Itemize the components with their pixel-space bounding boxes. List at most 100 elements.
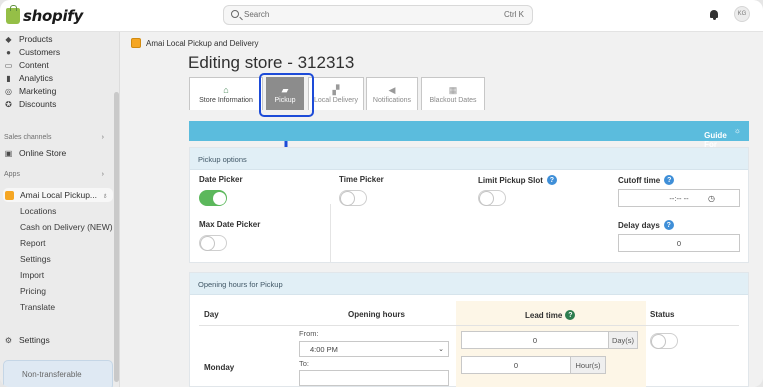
delay-days-label: Delay days ?	[618, 220, 674, 230]
limit-slot-toggle[interactable]	[478, 190, 506, 206]
bell-icon[interactable]	[710, 10, 718, 20]
monday-status-toggle[interactable]	[650, 333, 678, 349]
sidebar-item-label: Content	[19, 60, 49, 70]
sidebar-item-label: Discounts	[19, 99, 57, 109]
lead-hours-unit: Hour(s)	[570, 356, 606, 374]
tab-blackout-dates[interactable]: ▦ Blackout Dates	[421, 77, 485, 110]
sidebar-sub-import[interactable]: Import	[20, 270, 44, 280]
tab-label: Notifications	[372, 96, 412, 104]
app-icon	[5, 190, 14, 200]
sidebar-sub-locations[interactable]: Locations	[20, 206, 56, 216]
clock-icon[interactable]: ◷	[708, 194, 715, 203]
time-picker-label: Time Picker	[339, 175, 384, 184]
from-time-select[interactable]: 4:00 PM ⌄	[299, 341, 449, 357]
tab-label: Local Delivery	[314, 96, 358, 104]
day-monday: Monday	[204, 363, 235, 372]
gear-icon: ⚙	[4, 335, 13, 345]
label-text: Limit Pickup Slot	[478, 175, 543, 185]
sidebar-sub-cod[interactable]: Cash on Delivery (NEW)	[20, 222, 113, 232]
cutoff-time-value: --:-- --	[669, 193, 689, 203]
logo-text: shopify	[23, 7, 83, 25]
sidebar-item-content[interactable]: ▭ Content	[0, 58, 115, 72]
sidebar-item-analytics[interactable]: ▮ Analytics	[0, 71, 115, 85]
help-icon[interactable]: ?	[565, 310, 576, 320]
calendar-icon: ▦	[448, 84, 458, 95]
cutoff-time-input[interactable]: --:-- -- ◷	[618, 189, 740, 207]
help-icon[interactable]: ?	[546, 175, 557, 185]
main-content: Amai Local Pickup and Delivery Editing s…	[121, 32, 763, 387]
section-label: Apps	[4, 171, 20, 178]
section-label: Sales channels	[4, 134, 52, 141]
shopify-logo[interactable]: shopify	[6, 5, 83, 25]
tab-local-delivery[interactable]: ▞ Local Delivery	[308, 77, 364, 110]
sidebar-scrollbar[interactable]	[114, 92, 119, 382]
breadcrumb[interactable]: Amai Local Pickup and Delivery	[131, 38, 259, 48]
limit-slot-label: Limit Pickup Slot ?	[478, 175, 557, 185]
date-picker-toggle[interactable]	[199, 190, 227, 206]
sidebar-item-settings[interactable]: ⚙ Settings	[0, 333, 115, 347]
lead-days-unit: Day(s)	[608, 331, 638, 349]
from-label: From:	[299, 329, 319, 338]
lead-hours-input[interactable]: 0	[461, 356, 571, 374]
from-time-value: 4:00 PM	[310, 344, 338, 354]
guide-banner[interactable]: ☼ Guide For Pickup Section	[189, 121, 749, 167]
sidebar-sub-translate[interactable]: Translate	[20, 302, 55, 312]
label-text: Lead time	[525, 310, 563, 320]
pin-icon[interactable]: ♁	[102, 191, 108, 200]
sidebar-item-products[interactable]: ◆ Products	[0, 32, 115, 46]
avatar[interactable]: KG	[734, 6, 750, 22]
label-text: Date Picker	[199, 175, 243, 184]
sidebar-item-amai-app[interactable]: Amai Local Pickup... ♁	[3, 188, 113, 202]
sidebar-item-label: Analytics	[19, 73, 54, 83]
page-title: Editing store - 312313	[188, 53, 355, 72]
time-picker-toggle[interactable]	[339, 190, 367, 206]
sales-channels-section[interactable]: Sales channels ›	[4, 134, 104, 141]
top-bar: shopify Search Ctrl K KG	[0, 0, 763, 32]
help-icon[interactable]: ?	[663, 220, 674, 230]
max-date-toggle[interactable]	[199, 235, 227, 251]
to-time-select[interactable]	[299, 370, 449, 386]
sidebar-sub-pricing[interactable]: Pricing	[20, 286, 46, 296]
apps-section[interactable]: Apps ›	[4, 171, 104, 178]
sidebar-notice[interactable]: Non-transferable	[3, 360, 113, 387]
sidebar: ◆ Products ● Customers ▭ Content ▮ Analy…	[0, 32, 120, 387]
opening-hours-heading: Opening hours for Pickup	[190, 273, 748, 295]
tab-notifications[interactable]: ◀ Notifications	[366, 77, 418, 110]
guide-link[interactable]: ☼ Guide For Pickup Section	[704, 126, 741, 167]
store-icon: ▣	[4, 148, 13, 158]
highlight-box	[259, 73, 314, 117]
chevron-right-icon: ›	[101, 171, 104, 178]
house-icon: ⌂	[223, 84, 229, 95]
sidebar-item-customers[interactable]: ● Customers	[0, 45, 115, 59]
sidebar-sub-settings[interactable]: Settings	[20, 254, 51, 264]
chevron-right-icon: ›	[101, 134, 104, 141]
search-input[interactable]: Search Ctrl K	[223, 5, 533, 25]
sidebar-item-marketing[interactable]: ◎ Marketing	[0, 84, 115, 98]
megaphone-icon: ◀	[388, 84, 396, 95]
col-lead-time: Lead time ?	[525, 310, 576, 320]
tag-icon: ◆	[5, 34, 12, 44]
search-icon	[231, 10, 239, 18]
shopify-bag-icon	[6, 5, 20, 24]
delay-days-input[interactable]: 0	[618, 234, 740, 252]
sidebar-item-label: Amai Local Pickup...	[20, 190, 98, 200]
lead-days-input[interactable]: 0	[461, 331, 609, 349]
chart-icon: ▮	[6, 73, 11, 83]
sidebar-item-label: Marketing	[19, 86, 57, 96]
header-divider	[199, 325, 739, 326]
help-icon[interactable]: ?	[664, 175, 675, 185]
tab-store-information[interactable]: ⌂ Store Information	[189, 77, 263, 110]
pickup-options-panel: Pickup options Date Picker Time Picker L…	[189, 147, 749, 263]
label-text: Max Date Picker	[199, 220, 261, 229]
sidebar-sub-report[interactable]: Report	[20, 238, 46, 248]
opening-hours-panel: Opening hours for Pickup Day Opening hou…	[189, 272, 749, 387]
search-shortcut: Ctrl K	[504, 10, 524, 19]
person-icon: ●	[6, 47, 11, 57]
content-icon: ▭	[4, 60, 13, 70]
sidebar-item-discounts[interactable]: ✪ Discounts	[0, 97, 115, 111]
app-window: shopify Search Ctrl K KG ◆ Products ● Cu…	[0, 0, 763, 387]
sidebar-item-online-store[interactable]: ▣ Online Store	[0, 146, 115, 160]
search-placeholder: Search	[244, 10, 270, 19]
target-icon: ◎	[5, 86, 12, 96]
label-text: Delay days	[618, 220, 660, 230]
